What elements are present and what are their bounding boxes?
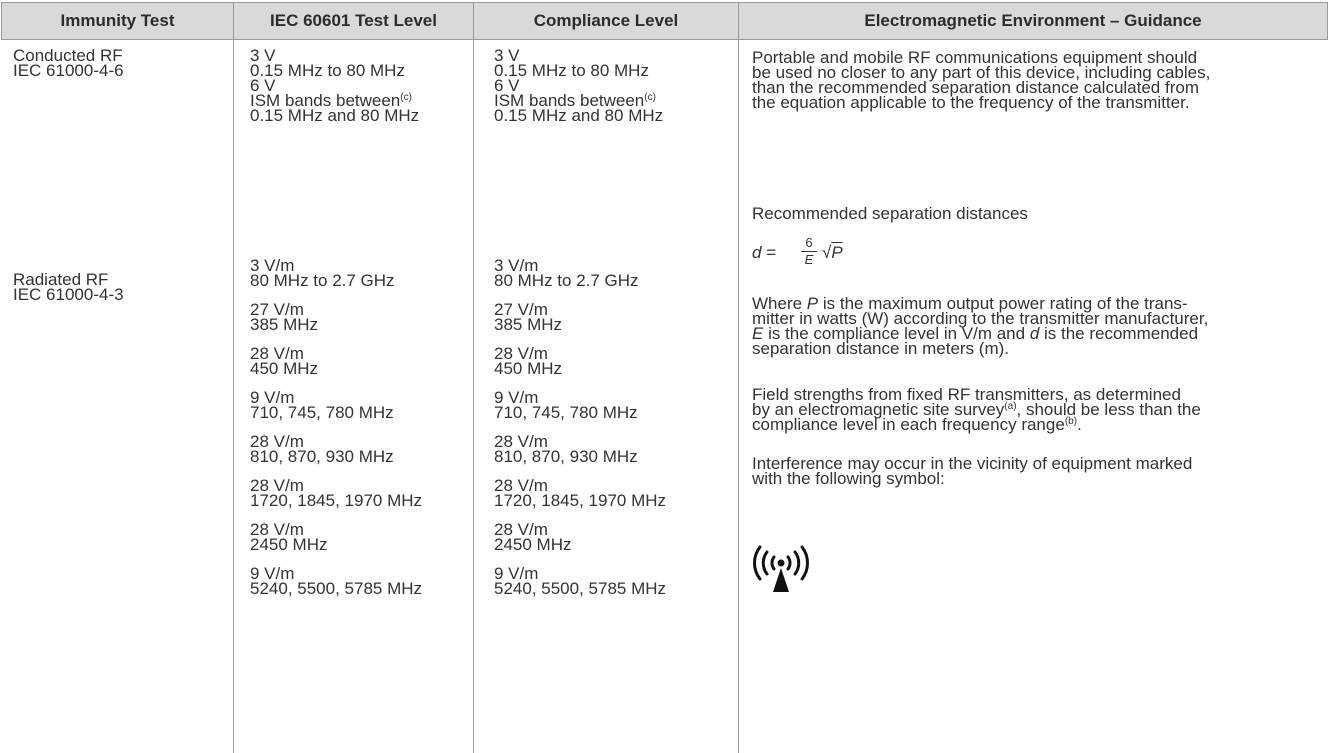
formula-root: √P <box>822 243 843 262</box>
emc-immunity-table: Immunity Test IEC 60601 Test Level Compl… <box>0 0 1330 753</box>
conducted-rf-test: Conducted RF IEC 61000-4-6 <box>13 46 124 80</box>
header-iec-test-level: IEC 60601 Test Level <box>233 2 474 40</box>
radiated-rf-test: Radiated RF IEC 61000-4-3 <box>13 270 124 304</box>
header-immunity-test: Immunity Test <box>1 2 234 40</box>
compliance-radiated-levels: 3 V/m 80 MHz to 2.7 GHz 27 V/m 385 MHz 2… <box>494 256 667 598</box>
iec-conducted-levels: 3 V 0.15 MHz to 80 MHz 6 V ISM bands bet… <box>250 46 420 125</box>
column-divider <box>738 40 739 753</box>
formula-fraction: 6 E <box>801 236 817 267</box>
compliance-conducted-levels: 3 V 0.15 MHz to 80 MHz 6 V ISM bands bet… <box>494 46 664 125</box>
column-divider <box>233 40 234 753</box>
non-ionizing-radiation-icon <box>753 545 809 592</box>
header-compliance-level: Compliance Level <box>473 2 739 40</box>
guidance-paragraph-portable: Portable and mobile RF communications eq… <box>752 48 1211 112</box>
guidance-paragraph-interference: Interference may occur in the vicinity o… <box>752 454 1193 488</box>
guidance-paragraph-where: Where P is the maximum output power rati… <box>752 294 1209 358</box>
guidance-paragraph-field-strengths: Field strengths from fixed RF transmitte… <box>752 385 1201 434</box>
recommended-distances-label: Recommended separation distances <box>752 204 1028 223</box>
header-guidance: Electromagnetic Environment – Guidance <box>738 2 1328 40</box>
iec-radiated-levels: 3 V/m 80 MHz to 2.7 GHz 27 V/m 385 MHz 2… <box>250 256 423 598</box>
column-divider <box>473 40 474 753</box>
